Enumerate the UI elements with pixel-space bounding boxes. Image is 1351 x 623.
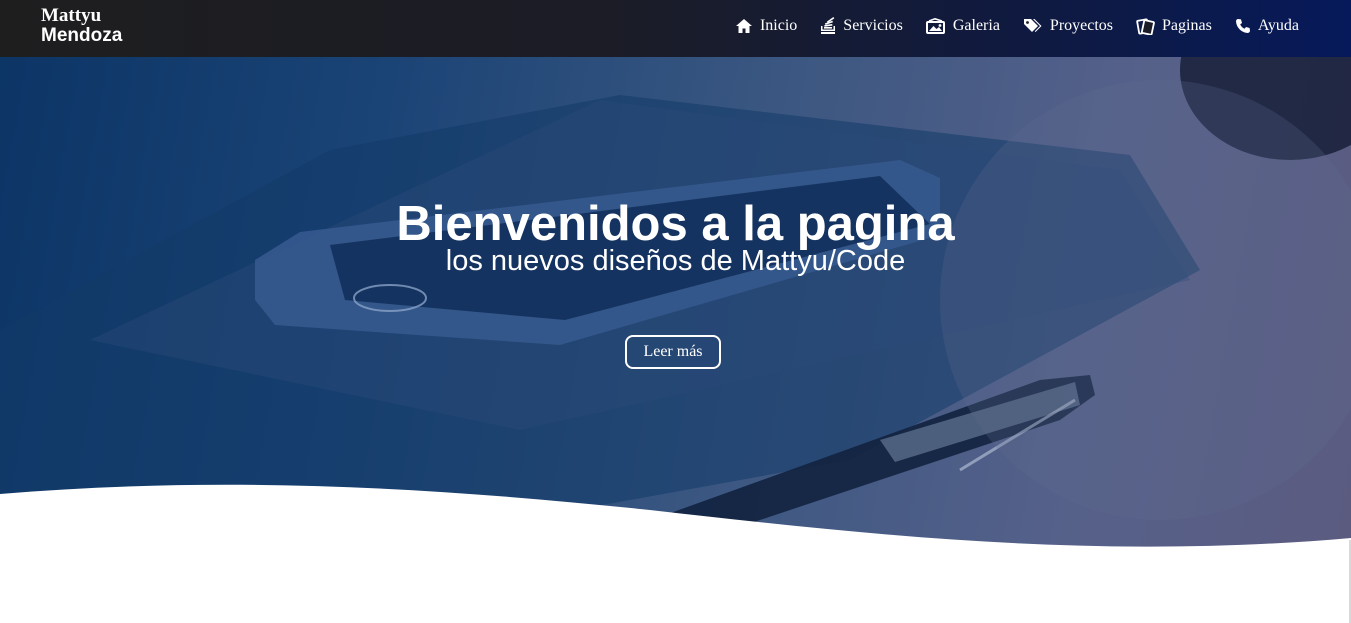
home-icon (735, 19, 752, 33)
pages-icon (1136, 17, 1155, 35)
nav-item-inicio[interactable]: Inicio (735, 17, 797, 35)
gallery-icon (925, 18, 945, 34)
nav-label: Galeria (952, 17, 1000, 34)
brand-last-name: Mendoza (41, 25, 123, 46)
hero-section (0, 0, 1351, 560)
hero-title: Bienvenidos a la pagina (396, 196, 955, 251)
top-navigation-bar: Mattyu Mendoza Inicio Servicios Galeria … (0, 0, 1351, 57)
phone-icon (1235, 19, 1250, 33)
hero-subtitle: los nuevos diseños de Mattyu/Code (445, 245, 906, 277)
wave-divider (0, 484, 1351, 623)
nav-item-ayuda[interactable]: Ayuda (1235, 17, 1299, 35)
nav-item-proyectos[interactable]: Proyectos (1023, 17, 1113, 35)
nav-label: Proyectos (1049, 17, 1114, 34)
nav-label: Inicio (759, 17, 798, 34)
nav-item-servicios[interactable]: Servicios (820, 17, 903, 35)
nav-label: Servicios (843, 17, 903, 34)
hero-background-image (0, 0, 1351, 560)
nav-label: Ayuda (1257, 17, 1299, 34)
brand-first-name: Mattyu (41, 5, 102, 26)
main-nav: Inicio Servicios Galeria Proyectos Pagin… (712, 17, 1299, 35)
brand-logo[interactable]: Mattyu Mendoza (41, 6, 122, 46)
read-more-button[interactable]: Leer más (625, 335, 721, 369)
stack-icon (821, 17, 836, 34)
nav-label: Paginas (1162, 17, 1212, 34)
nav-item-galeria[interactable]: Galeria (925, 17, 1000, 35)
nav-item-paginas[interactable]: Paginas (1136, 17, 1212, 35)
tags-icon (1023, 19, 1042, 32)
